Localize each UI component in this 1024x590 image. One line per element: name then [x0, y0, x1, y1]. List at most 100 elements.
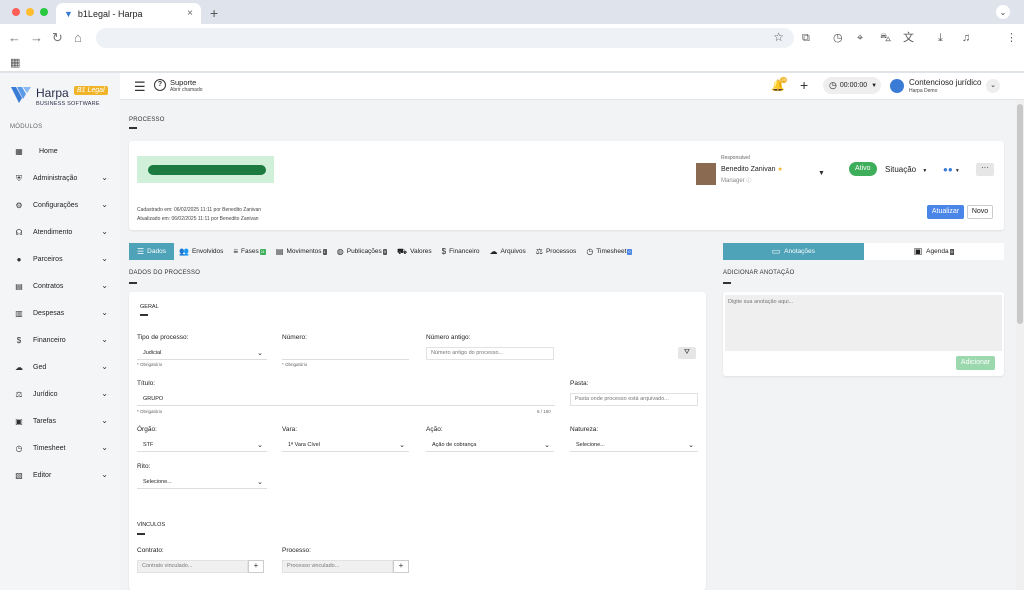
sidebar-item-configuracoes[interactable]: ⚙ Configurações ⌄	[0, 192, 120, 219]
add-contrato-button[interactable]: +	[248, 560, 264, 573]
pasta-input[interactable]: Pasta onde processo está arquivado...	[570, 393, 698, 406]
natureza-select[interactable]: Selecione... ⌄	[570, 439, 698, 452]
add-icon[interactable]: +	[800, 77, 808, 93]
tab-anotacoes[interactable]: ▭ Anotações	[723, 243, 864, 260]
tab-envolvidos[interactable]: 👥 Envolvidos	[174, 243, 228, 260]
tab-agenda[interactable]: ▣ Agenda 0	[863, 243, 1004, 260]
harpa-favicon-icon: ▼	[64, 8, 73, 19]
apps-grid-icon[interactable]: ▦	[10, 56, 20, 69]
sidebar-item-administracao[interactable]: ⛨ Administração ⌄	[0, 165, 120, 192]
car-icon[interactable]: ⛍	[880, 31, 891, 45]
situation-dropdown[interactable]: Situação ▼	[885, 165, 927, 174]
user-menu-chevron-icon[interactable]: ⌄	[986, 79, 1000, 93]
responsible-name[interactable]: Benedito Zanivan ★	[721, 166, 783, 173]
sidebar-item-contratos[interactable]: ▤ Contratos ⌄	[0, 273, 120, 300]
caret-down-icon: ▼	[922, 168, 928, 174]
forward-icon[interactable]: →	[30, 30, 43, 46]
download-icon[interactable]: ⤓	[938, 31, 943, 45]
numero-required-hint: * Obrigatório	[282, 362, 308, 367]
minimize-window-button[interactable]	[26, 8, 34, 16]
user-avatar[interactable]	[890, 79, 904, 93]
support-title[interactable]: Suporte	[170, 78, 196, 87]
sidebar-item-despesas[interactable]: ▥ Despesas ⌄	[0, 300, 120, 327]
scrollbar-thumb[interactable]	[1017, 104, 1023, 324]
tab-label: Anotações	[784, 248, 815, 255]
tab-publicacoes[interactable]: ◍ Publicações 0	[332, 243, 392, 260]
back-icon[interactable]: ←	[8, 30, 21, 46]
chevron-down-icon: ⌄	[688, 442, 694, 449]
bookmark-star-icon[interactable]: ☆	[773, 30, 784, 44]
tab-search-icon[interactable]: ⌄	[996, 5, 1010, 19]
new-button[interactable]: Novo	[967, 205, 993, 219]
acao-label: Ação:	[426, 426, 443, 433]
browser-tab[interactable]: ▼ b1Legal - Harpa ×	[56, 3, 201, 24]
new-tab-button[interactable]: +	[210, 5, 218, 21]
translate-icon[interactable]: 文	[903, 31, 914, 45]
reload-icon[interactable]: ↻	[52, 30, 63, 46]
list-icon: ☰	[137, 247, 145, 256]
sidebar-item-parceiros[interactable]: ● Parceiros ⌄	[0, 246, 120, 273]
menu-toggle-icon[interactable]: ☰	[134, 79, 146, 95]
tab-close-icon[interactable]: ×	[187, 8, 193, 19]
vinculos-underline	[137, 533, 145, 535]
history-icon[interactable]: ◷	[833, 31, 843, 45]
harpa-logo[interactable]: Harpa B1 Legal BUSINESS SOFTWARE	[10, 84, 110, 112]
more-options-button[interactable]: ···	[976, 163, 994, 176]
status-badge[interactable]: Ativo	[849, 162, 877, 176]
sidebar-item-financeiro[interactable]: $ Financeiro ⌄	[0, 327, 120, 354]
home-icon[interactable]: ⌂	[74, 30, 82, 46]
browser-menu-icon[interactable]: ⋮	[1006, 31, 1017, 45]
vinculos-heading: VÍNCULOS	[137, 522, 166, 528]
close-window-button[interactable]	[12, 8, 20, 16]
tab-movimentos[interactable]: ▤ Movimentos 1	[271, 243, 332, 260]
location-icon[interactable]: ⌖	[857, 31, 863, 45]
sidebar-item-juridico[interactable]: ⚖ Jurídico ⌄	[0, 381, 120, 408]
orgao-select[interactable]: STF ⌄	[137, 439, 267, 452]
numero-input[interactable]	[282, 347, 409, 360]
sidebar-item-timesheet[interactable]: ◷ Timesheet ⌄	[0, 435, 120, 462]
tab-dados[interactable]: ☰ Dados	[129, 243, 174, 260]
process-form: GERAL Tipo de processo: Judicial ⌄ * Obr…	[129, 292, 706, 590]
sidebar-item-tarefas[interactable]: ▣ Tarefas ⌄	[0, 408, 120, 435]
user-name[interactable]: Contencioso jurídico	[909, 78, 981, 87]
responsible-dropdown-icon[interactable]: ▼	[818, 170, 825, 177]
tab-financeiro[interactable]: $ Financeiro	[437, 243, 485, 260]
filter-icon[interactable]: ⛛	[678, 347, 696, 359]
add-note-button[interactable]: Adicionar	[956, 356, 995, 370]
address-bar[interactable]: ☆	[96, 28, 794, 48]
tab-fases[interactable]: ≡ Fases 11	[228, 243, 271, 260]
tab-processos[interactable]: ⚖ Processos	[531, 243, 582, 260]
clipboard-icon: ▤	[275, 247, 284, 256]
vara-select[interactable]: 1ª Vara Cível ⌄	[282, 439, 409, 452]
add-processo-button[interactable]: +	[393, 560, 409, 573]
sidebar-item-editor[interactable]: ▧ Editor ⌄	[0, 462, 120, 489]
tab-valores[interactable]: ⛟ Valores	[392, 243, 437, 260]
page-scrollbar[interactable]	[1016, 100, 1024, 590]
tab-arquivos[interactable]: ☁ Arquivos	[484, 243, 530, 260]
support-subtitle[interactable]: Abrir chamado	[170, 87, 203, 93]
titulo-input[interactable]: GRUPO	[137, 393, 555, 406]
sidebar-item-label: Timesheet	[33, 445, 66, 452]
process-tabs: ☰ Dados 👥 Envolvidos ≡ Fases 11 ▤ Movimentos 1 ◍ Pu…	[129, 243, 706, 260]
rito-select[interactable]: Selecione... ⌄	[137, 476, 267, 489]
sidebar-item-ged[interactable]: ☁ Ged ⌄	[0, 354, 120, 381]
maximize-window-button[interactable]	[40, 8, 48, 16]
help-icon[interactable]: ?	[154, 79, 166, 91]
sidebar-item-home[interactable]: ▦ Home	[0, 138, 120, 165]
update-button[interactable]: Atualizar	[927, 205, 964, 219]
sidebar-item-label: Editor	[33, 472, 52, 479]
people-icon[interactable]: ●● ▼	[943, 165, 960, 174]
notes-section-underline	[723, 282, 731, 284]
timer-button[interactable]: ◷ 00:00:00 ▼	[823, 77, 881, 94]
sidebar-item-atendimento[interactable]: ☊ Atendimento ⌄	[0, 219, 120, 246]
processo-input[interactable]: Processo vinculado...	[282, 560, 393, 573]
contrato-input[interactable]: Contrato vinculado...	[137, 560, 248, 573]
extensions-icon[interactable]: ⧉	[802, 31, 810, 45]
numero-antigo-input[interactable]: Número antigo do processo...	[426, 347, 554, 360]
acao-select[interactable]: Ação de cobrança ⌄	[426, 439, 554, 452]
media-icon[interactable]: ♫	[962, 31, 970, 45]
note-textarea[interactable]: Digite sua anotação aqui...	[725, 295, 1002, 351]
tab-timesheet[interactable]: ◷ Timesheet 0	[581, 243, 636, 260]
tab-count-badge: 11	[259, 248, 266, 255]
tipo-select[interactable]: Judicial ⌄	[137, 347, 267, 360]
